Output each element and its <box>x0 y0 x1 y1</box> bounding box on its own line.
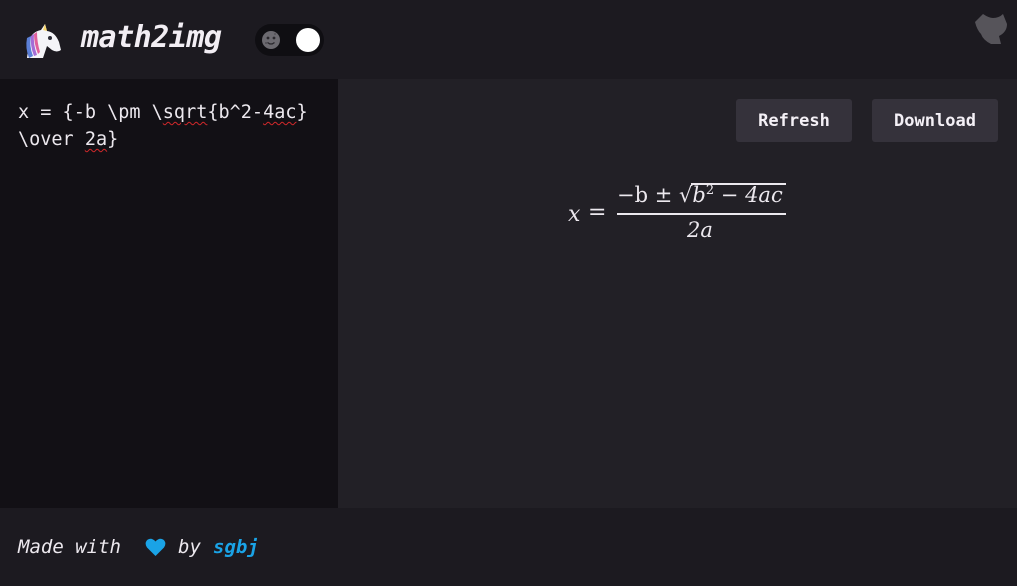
formula-b: b <box>692 183 706 207</box>
toggle-knob <box>296 28 320 52</box>
radical-bar <box>691 183 786 185</box>
formula-rest: − 4ac <box>714 183 783 207</box>
header: math2img <box>0 0 1017 79</box>
heart-icon <box>145 538 166 556</box>
spelling-error-4ac: 4ac <box>263 102 297 123</box>
latex-input[interactable]: x = {-b \pm \sqrt{b^2-4ac} \over 2a} <box>0 79 338 508</box>
formula-denominator: 2a <box>687 218 713 242</box>
refresh-button[interactable]: Refresh <box>736 99 852 142</box>
latex-text: {b^2- <box>207 102 264 123</box>
footer: Made with by sgbj <box>0 508 1017 586</box>
author-link[interactable]: sgbj <box>213 536 259 558</box>
formula-numerator: −b ± √b2 − 4ac <box>617 183 783 207</box>
latex-text: x = {-b \pm \ <box>18 102 163 123</box>
formula-minus-b: −b ± <box>617 183 679 207</box>
formula-sqrt-sign: √ <box>679 183 693 207</box>
rendered-formula: x = −b ± √b2 − 4ac 2a <box>566 183 786 243</box>
formula-lhs: x <box>568 202 581 227</box>
preview-panel: Refresh Download x = −b ± √b2 − 4ac 2a <box>338 79 1017 508</box>
app-title: math2img <box>81 20 222 55</box>
unicorn-icon <box>26 24 61 58</box>
formula-equals: = <box>588 200 607 225</box>
footer-made-with: Made with <box>18 536 121 558</box>
spelling-error-sqrt: sqrt <box>162 102 208 123</box>
theme-toggle[interactable] <box>255 24 324 56</box>
download-button[interactable]: Download <box>872 99 998 142</box>
moon-face-icon <box>262 31 280 49</box>
formula-exponent: 2 <box>705 183 715 198</box>
fraction-bar <box>617 213 786 215</box>
latex-text: } <box>107 129 119 150</box>
github-octocat-icon[interactable] <box>973 10 1009 46</box>
spelling-error-2a: 2a <box>84 129 108 150</box>
footer-by: by <box>178 536 201 558</box>
formula-den: 2a <box>687 218 713 242</box>
